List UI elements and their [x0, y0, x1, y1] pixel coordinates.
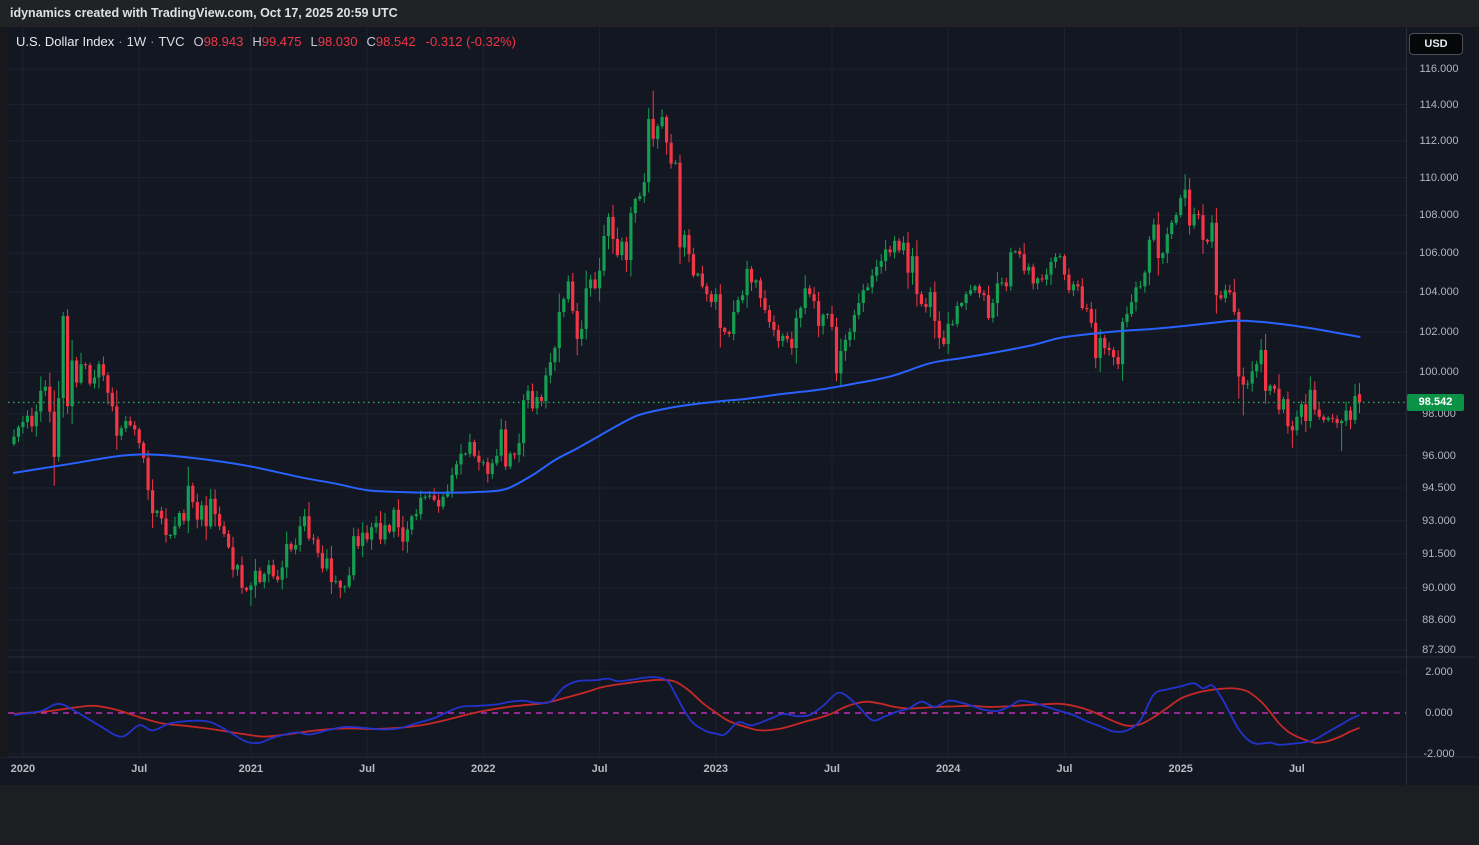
interval-label[interactable]: 1W — [127, 34, 147, 49]
time-tick-label: 2020 — [10, 763, 36, 775]
time-tick-label: Jul — [359, 763, 376, 775]
time-tick-label: 2025 — [1168, 763, 1193, 775]
time-tick-label: 2024 — [935, 763, 961, 775]
ohlc-key: C — [366, 34, 376, 49]
ohlc-key: O — [193, 34, 204, 49]
price-tick-label: 104.000 — [1419, 286, 1459, 299]
price-tick-label: 91.500 — [1422, 547, 1456, 560]
ohlc-values: O98.943 H99.475 L98.030 C98.542 — [184, 34, 415, 49]
tradingview-chart-window: idynamics created with TradingView.com, … — [0, 0, 1479, 845]
price-tick-label: 87.300 — [1422, 643, 1456, 656]
legend-separator: · — [118, 34, 123, 49]
price-tick-label: 88.600 — [1422, 613, 1456, 626]
price-tick-label: 116.000 — [1419, 63, 1459, 75]
symbol-title[interactable]: U.S. Dollar Index — [16, 34, 114, 49]
price-tick-label: 94.500 — [1422, 482, 1456, 494]
currency-button[interactable]: USD — [1409, 33, 1463, 55]
ohlc-value: 98.943 — [203, 34, 244, 49]
time-tick-label: 2021 — [238, 763, 264, 775]
legend-separator: · — [150, 34, 155, 49]
left-edge — [0, 27, 8, 757]
price-tick-label: 100.000 — [1419, 366, 1459, 379]
footer-bar: TradingView — [0, 785, 1479, 845]
indicator-tick-label: 0.000 — [1425, 707, 1453, 719]
price-tick-label: 110.000 — [1419, 171, 1459, 184]
price-tick-label: 96.000 — [1422, 449, 1456, 462]
oscillator-blue-line — [13, 676, 1360, 746]
time-tick-label: Jul — [1056, 763, 1073, 775]
oscillator-red-line — [13, 678, 1360, 744]
time-tick-label: Jul — [591, 763, 608, 775]
ma-line — [13, 319, 1361, 494]
ohlc-key: L — [310, 34, 318, 49]
price-tick-label: 112.000 — [1419, 134, 1459, 147]
ohlc-value: 98.030 — [317, 34, 358, 49]
ohlc-value: 99.475 — [261, 34, 302, 49]
right-edge — [1475, 27, 1479, 757]
ohlc-key: H — [252, 34, 262, 49]
last-price-badge: 98.542 — [1407, 393, 1464, 411]
time-tick-label: Jul — [131, 763, 148, 775]
time-tick-label: 2022 — [471, 763, 496, 775]
ohlc-value: 98.542 — [375, 34, 416, 49]
chart-canvas[interactable] — [0, 0, 1479, 845]
candles-layer — [12, 90, 1362, 606]
exchange-label: TVC — [158, 34, 185, 49]
change-value: -0.312 (-0.32%) — [425, 34, 516, 49]
price-tick-label: 108.000 — [1419, 209, 1459, 222]
time-tick-label: Jul — [824, 763, 840, 775]
price-tick-label: 106.000 — [1419, 247, 1459, 260]
time-tick-label: 2023 — [703, 763, 729, 775]
price-tick-label: 93.000 — [1422, 514, 1456, 527]
price-tick-label: 102.000 — [1419, 325, 1459, 338]
price-tick-label: 114.000 — [1419, 98, 1459, 111]
indicator-tick-label: -2.000 — [1423, 748, 1455, 760]
time-tick-label: Jul — [1288, 763, 1305, 775]
indicator-tick-label: 2.000 — [1425, 666, 1453, 678]
symbol-legend: U.S. Dollar Index · 1W · TVC O98.943 H99.475 L9… — [16, 34, 516, 49]
price-tick-label: 90.000 — [1422, 581, 1456, 594]
